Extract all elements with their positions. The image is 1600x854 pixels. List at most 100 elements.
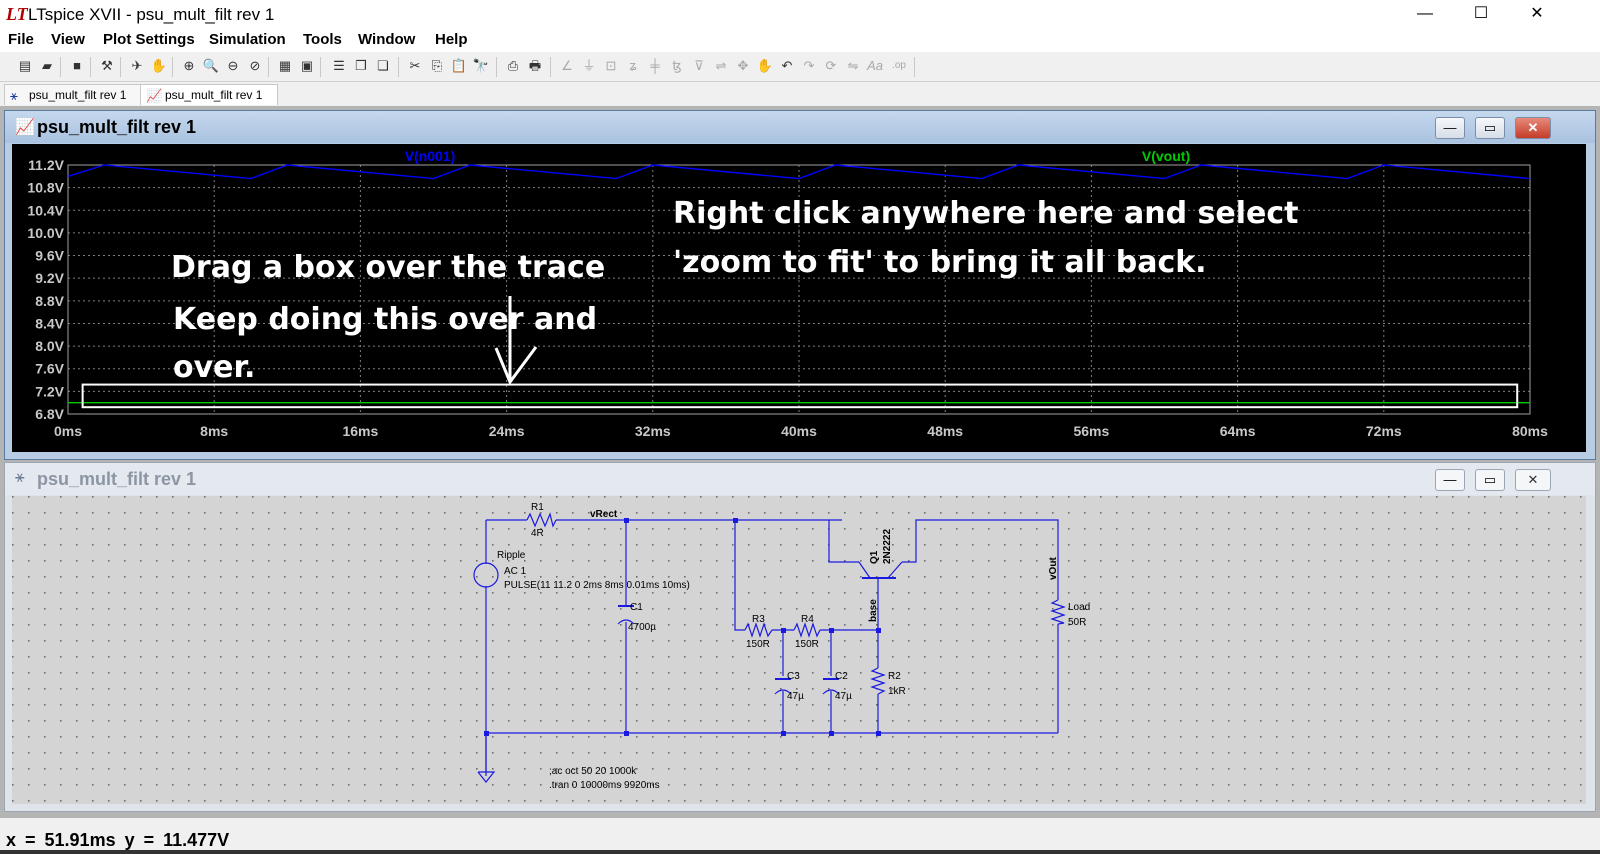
move-icon[interactable]: ✥ — [734, 57, 752, 75]
wire-icon[interactable]: ∠ — [558, 57, 576, 75]
print-icon[interactable]: 🖶 — [526, 57, 544, 75]
schematic-drawing[interactable]: R1 4R vRect Ripple AC 1 PULSE(11 11.2 0 … — [12, 496, 1586, 804]
waveform-plot[interactable]: 0ms 8ms 16ms 24ms 32ms 40ms 48ms 56ms 64ms 72ms 80… — [12, 144, 1586, 452]
waveform-window-titlebar[interactable]: 📈 psu_mult_filt rev 1 — ▭ ✕ — [5, 111, 1595, 143]
r2-label[interactable]: R2 — [888, 671, 901, 682]
halt-icon[interactable]: ✋ — [150, 57, 168, 75]
capacitor-icon[interactable]: ╪ — [646, 57, 664, 75]
child-close-button[interactable]: ✕ — [1515, 117, 1551, 139]
ac-directive[interactable]: ;ac oct 50 20 1000k — [549, 766, 637, 777]
text-icon[interactable]: Aa — [866, 57, 884, 75]
net-label-vout[interactable]: vOut — [1048, 557, 1059, 580]
menu-help[interactable]: Help — [435, 31, 468, 48]
spice-directive-icon[interactable]: .op — [890, 57, 908, 75]
ac-label[interactable]: AC 1 — [504, 566, 527, 577]
y-tick-label: 10.0V — [27, 225, 64, 241]
control-panel-icon[interactable]: ⚒ — [98, 57, 116, 75]
r1-value[interactable]: 4R — [531, 528, 544, 539]
tab-schematic[interactable]: ⚹ psu_mult_filt rev 1 — [4, 84, 142, 105]
r3-value[interactable]: 150R — [746, 639, 770, 650]
y-tick-label: 7.2V — [35, 383, 64, 399]
tab-waveform[interactable]: 📈 psu_mult_filt rev 1 — [140, 84, 278, 105]
fit-icon[interactable]: ▣ — [298, 57, 316, 75]
child-minimize-button[interactable]: — — [1435, 469, 1465, 491]
tile-vertical-icon[interactable]: ❏ — [374, 57, 392, 75]
zoom-out-icon[interactable]: ⊖ — [224, 57, 242, 75]
paste-icon[interactable]: 📋 — [450, 57, 468, 75]
load-value[interactable]: 50R — [1068, 617, 1086, 628]
ground-icon[interactable]: ⏚ — [580, 57, 598, 75]
q1-value[interactable]: 2N2222 — [882, 529, 893, 564]
undo-icon[interactable]: ↶ — [778, 57, 796, 75]
maximize-button[interactable]: ☐ — [1458, 0, 1504, 30]
find-icon[interactable]: 🔭 — [472, 57, 490, 75]
schematic-window-titlebar[interactable]: ⚹ psu_mult_filt rev 1 — ▭ ✕ — [5, 463, 1595, 495]
tile-horizontal-icon[interactable]: ☰ — [330, 57, 348, 75]
copy-icon[interactable]: ⎘ — [428, 57, 446, 75]
menu-view[interactable]: View — [51, 31, 85, 48]
c1-label[interactable]: C1 — [630, 602, 643, 613]
rotate-icon[interactable]: ⟳ — [822, 57, 840, 75]
menu-window[interactable]: Window — [358, 31, 415, 48]
y-tick-label: 9.6V — [35, 248, 64, 264]
legend-v-n001[interactable]: V(n001) — [405, 148, 456, 164]
r1-label[interactable]: R1 — [531, 502, 544, 513]
component-icon[interactable]: ⇌ — [712, 57, 730, 75]
r2-value[interactable]: 1kR — [888, 686, 906, 697]
cascade-icon[interactable]: ❐ — [352, 57, 370, 75]
redo-icon[interactable]: ↷ — [800, 57, 818, 75]
cut-icon[interactable]: ✂ — [406, 57, 424, 75]
r4-label[interactable]: R4 — [801, 614, 814, 625]
q1-label[interactable]: Q1 — [869, 550, 880, 564]
schematic-canvas[interactable]: R1 4R vRect Ripple AC 1 PULSE(11 11.2 0 … — [12, 496, 1586, 804]
diode-icon[interactable]: ⊽ — [690, 57, 708, 75]
pulse-label[interactable]: PULSE(11 11.2 0 2ms 8ms 0.01ms 10ms) — [504, 580, 690, 591]
r3-label[interactable]: R3 — [752, 614, 765, 625]
menu-file[interactable]: File — [8, 31, 34, 48]
c3-label[interactable]: C3 — [787, 671, 800, 682]
print-preview-icon[interactable]: ⎙ — [504, 57, 522, 75]
zoom-in-icon[interactable]: 🔍 — [202, 57, 220, 75]
x-tick-label: 64ms — [1220, 423, 1256, 439]
r4-value[interactable]: 150R — [795, 639, 819, 650]
child-maximize-button[interactable]: ▭ — [1475, 469, 1505, 491]
open-icon[interactable]: ▰ — [38, 57, 56, 75]
run-icon[interactable]: ✈ — [128, 57, 146, 75]
minimize-button[interactable]: — — [1402, 0, 1448, 30]
waveform-plot-svg[interactable]: 0ms 8ms 16ms 24ms 32ms 40ms 48ms 56ms 64ms 72ms 80… — [12, 144, 1586, 452]
menu-plot-settings[interactable]: Plot Settings — [103, 31, 195, 48]
c1-value[interactable]: 4700µ — [628, 622, 656, 633]
c2-label[interactable]: C2 — [835, 671, 848, 682]
c3-value[interactable]: 47µ — [787, 691, 804, 702]
new-schematic-icon[interactable]: ▤ — [16, 57, 34, 75]
mirror-icon[interactable]: ⇋ — [844, 57, 862, 75]
menu-tools[interactable]: Tools — [303, 31, 342, 48]
waveform-window: 📈 psu_mult_filt rev 1 — ▭ ✕ 0ms 8ms 16ms 24… — [4, 110, 1596, 460]
zoom-selection-box — [81, 383, 1519, 409]
net-label-base[interactable]: base — [868, 599, 879, 622]
y-tick-label: 9.2V — [35, 270, 64, 286]
child-minimize-button[interactable]: — — [1435, 117, 1465, 139]
menu-simulation[interactable]: Simulation — [209, 31, 286, 48]
label-net-icon[interactable]: ⊡ — [602, 57, 620, 75]
child-close-button[interactable]: ✕ — [1515, 469, 1551, 491]
annotation-drag-line-1: Drag a box over the trace — [171, 250, 605, 285]
resistor-icon[interactable]: ʑ — [624, 57, 642, 75]
waveform-icon: 📈 — [146, 88, 163, 103]
net-label-vrect[interactable]: vRect — [590, 509, 618, 520]
legend-v-vout[interactable]: V(vout) — [1142, 148, 1190, 164]
y-tick-label: 8.8V — [35, 293, 64, 309]
autorange-icon[interactable]: ▦ — [276, 57, 294, 75]
ripple-label[interactable]: Ripple — [497, 550, 526, 561]
drag-icon[interactable]: ✋ — [756, 57, 774, 75]
close-button[interactable]: ✕ — [1514, 0, 1560, 30]
save-icon[interactable]: ■ — [68, 57, 86, 75]
zoom-area-icon[interactable]: ⊕ — [180, 57, 198, 75]
child-maximize-button[interactable]: ▭ — [1475, 117, 1505, 139]
tran-directive[interactable]: .tran 0 10000ms 9920ms — [549, 780, 660, 791]
load-label[interactable]: Load — [1068, 602, 1090, 613]
document-tabs: ⚹ psu_mult_filt rev 1 📈 psu_mult_filt re… — [0, 82, 1600, 106]
c2-value[interactable]: 47µ — [835, 691, 852, 702]
zoom-cancel-icon[interactable]: ⊘ — [246, 57, 264, 75]
inductor-icon[interactable]: ꜩ — [668, 57, 686, 75]
